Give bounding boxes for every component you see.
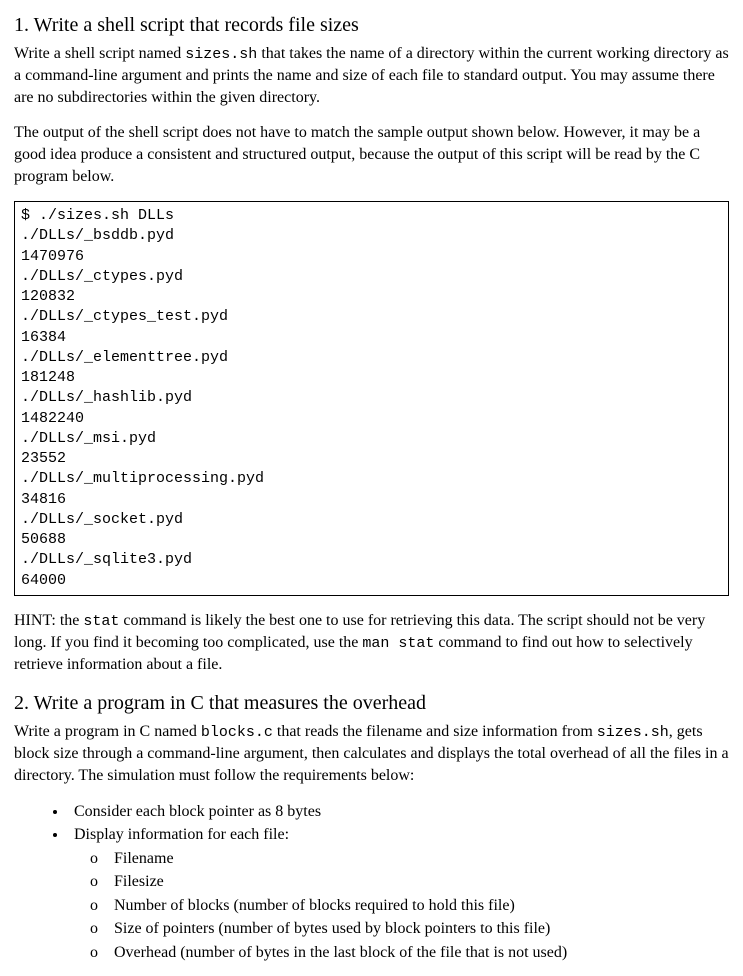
list-item: Filename [114,848,729,870]
section-1-para-2: The output of the shell script does not … [14,122,729,187]
code-sizes-sh: sizes.sh [185,46,257,63]
requirements-list: Consider each block pointer as 8 bytes D… [14,801,729,964]
code-blocks-c: blocks.c [201,724,273,741]
section-1-hint: HINT: the stat command is likely the bes… [14,610,729,676]
section-2-heading: 2. Write a program in C that measures th… [14,690,729,717]
text: Write a shell script named [14,45,185,62]
text: Write a program in C named [14,723,201,740]
section-1-para-1: Write a shell script named sizes.sh that… [14,43,729,108]
list-item: Display information for each file: Filen… [68,824,729,964]
text: Display information for each file: [74,826,289,843]
section-2-para-1: Write a program in C named blocks.c that… [14,721,729,786]
code-man-stat: man stat [362,635,434,652]
list-item: Consider each block pointer as 8 bytes [68,801,729,823]
sub-list: Filename Filesize Number of blocks (numb… [74,848,729,964]
list-item: Overhead (number of bytes in the last bl… [114,942,729,964]
section-1-heading: 1. Write a shell script that records fil… [14,12,729,39]
list-item: Filesize [114,871,729,893]
code-stat: stat [83,613,119,630]
list-item: Number of blocks (number of blocks requi… [114,895,729,917]
code-sizes-sh-2: sizes.sh [597,724,669,741]
code-block-output: $ ./sizes.sh DLLs ./DLLs/_bsddb.pyd 1470… [14,201,729,596]
list-item: Size of pointers (number of bytes used b… [114,918,729,940]
text: HINT: the [14,612,83,629]
text: that reads the filename and size informa… [273,723,597,740]
